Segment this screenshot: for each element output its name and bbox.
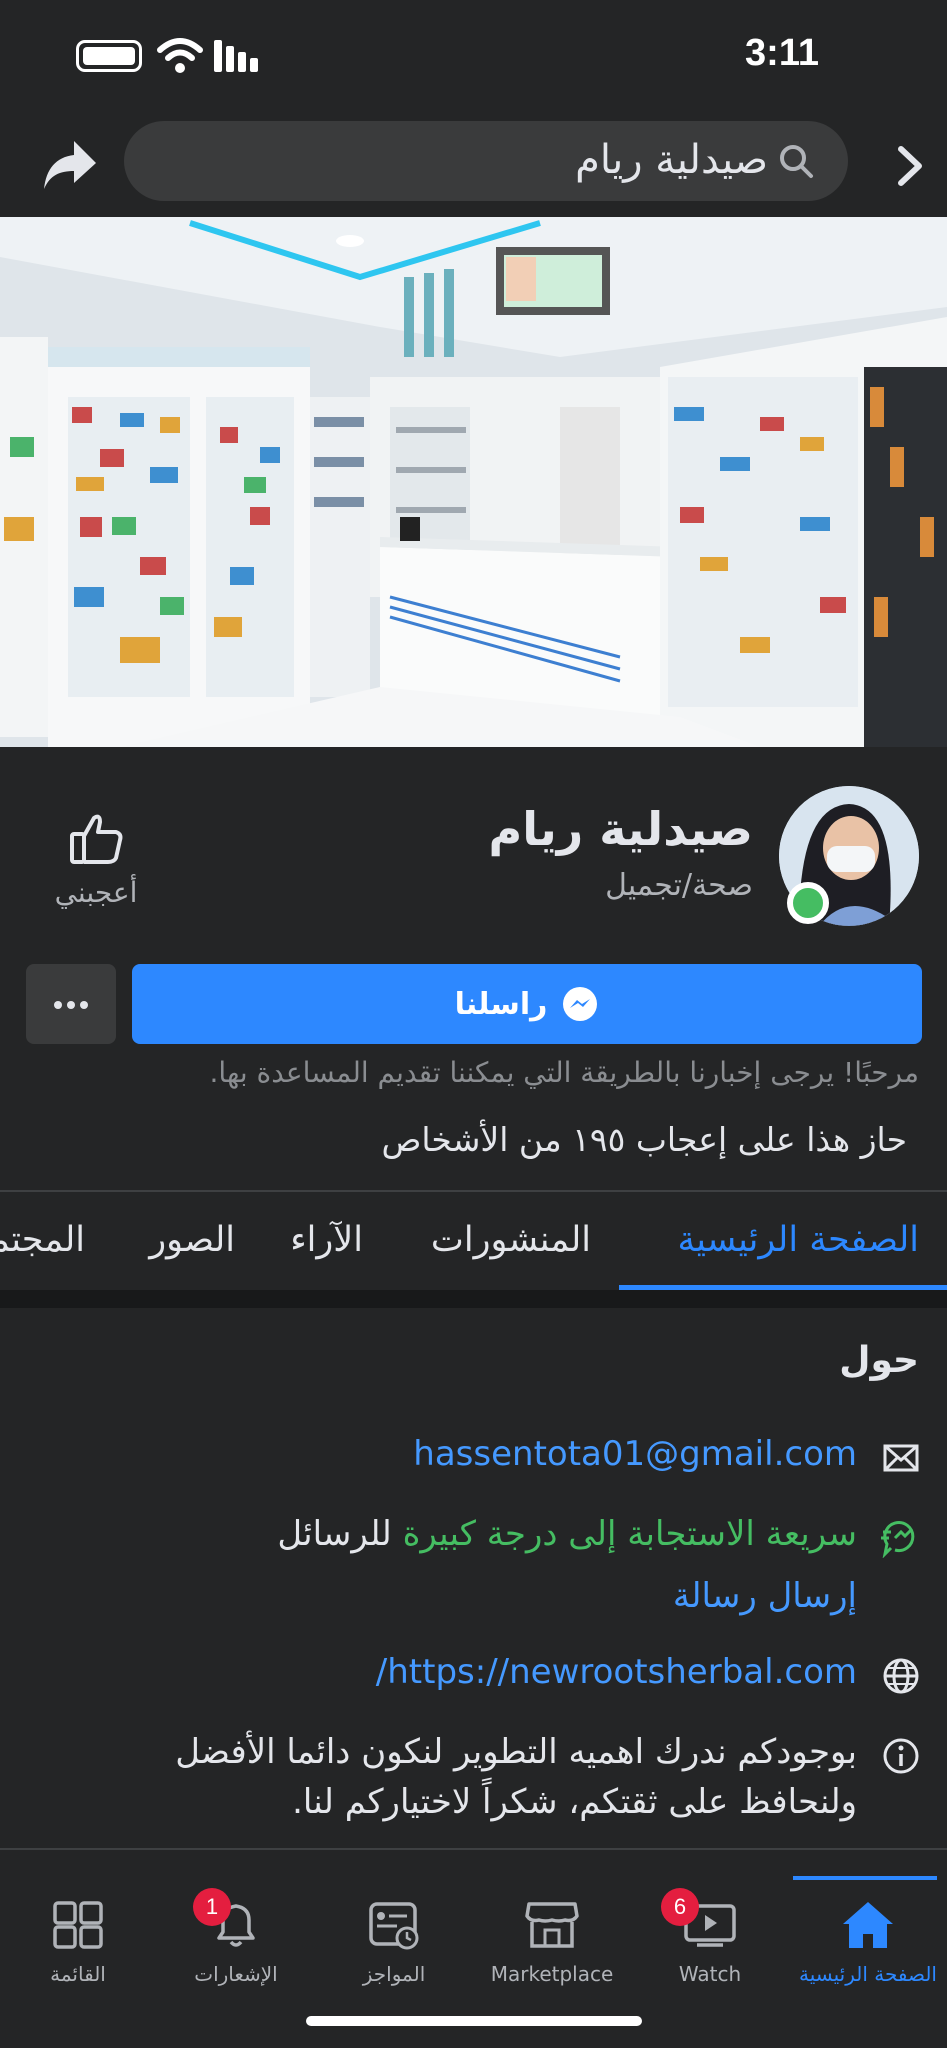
tab-posts[interactable]: المنشورات [431,1220,591,1260]
online-status-dot [787,882,829,924]
share-icon[interactable] [40,135,100,195]
fast-response-icon [881,1521,915,1558]
marketplace-icon [525,1902,579,1948]
response-rate-text: سريعة الاستجابة إلى درجة كبيرة للرسائل [277,1514,857,1554]
tab-photos[interactable]: الصور [149,1220,235,1260]
like-button[interactable]: أعجبني [46,812,146,909]
wifi-icon [157,38,203,73]
send-message-link[interactable]: إرسال رسالة [673,1576,857,1616]
nav-menu[interactable]: القائمة [0,1850,157,1990]
nav-notifications[interactable]: 1 الإشعارات [157,1850,315,1990]
page-profile: صيدلية ريام صحة/تجميل أعجبني راسلنا مرحب… [0,752,947,1192]
bottom-nav: الصفحة الرئيسية 6 Watch Marketplace المو… [0,1848,947,2048]
nav-bookmarks-label: المواجز [362,1962,426,1986]
search-icon [780,145,813,178]
tab-community[interactable]: المجتمع [0,1220,85,1260]
about-section: حول hassentota01@gmail.com سريعة الاستجا… [0,1308,947,1848]
watch-badge: 6 [661,1888,699,1926]
envelope-icon [883,1444,919,1472]
tab-home[interactable]: الصفحة الرئيسية [678,1220,919,1260]
message-button[interactable]: راسلنا [132,964,922,1044]
greeting-text: مرحبًا! يرجى إخبارنا بالطريقة التي يمكنن… [209,1056,919,1089]
home-icon [843,1902,893,1948]
about-title: حول [839,1340,919,1381]
nav-home[interactable]: الصفحة الرئيسية [789,1850,947,1990]
nav-marketplace-label: Marketplace [490,1962,614,1986]
menu-grid-icon [53,1901,103,1949]
nav-watch[interactable]: 6 Watch [631,1850,789,1990]
globe-icon [883,1658,919,1694]
page-category: صحة/تجميل [605,868,753,903]
clock: 3:11 [745,32,819,74]
response-rest: للرسائل [277,1514,392,1554]
nav-bookmarks[interactable]: المواجز [315,1850,473,1990]
message-label: راسلنا [454,986,548,1022]
description-line-1: بوجودكم ندرك اهميه التطوير لنكون دائما ا… [175,1732,857,1772]
messenger-icon [563,987,598,1021]
battery-icon [76,40,142,72]
home-indicator[interactable] [306,2016,642,2026]
search-header: صيدلية ريام [0,115,947,217]
response-highlight: سريعة الاستجابة إلى درجة كبيرة [402,1514,857,1554]
nav-watch-label: Watch [678,1962,742,1986]
notifications-badge: 1 [193,1888,231,1926]
like-label: أعجبني [54,876,138,909]
page-tabs: الصفحة الرئيسية المنشورات الآراء الصور ا… [0,1192,947,1290]
likes-count: حاز هذا على إعجاب ١٩٥ من الأشخاص [381,1120,907,1159]
pharmacy-interior-image [0,217,947,747]
signal-icon [214,40,270,72]
search-text: صيدلية ريام [575,137,768,183]
email-link[interactable]: hassentota01@gmail.com [413,1434,857,1474]
more-options-button[interactable] [26,964,116,1044]
nav-marketplace[interactable]: Marketplace [473,1850,631,1990]
cover-photo[interactable] [0,217,947,747]
nav-menu-label: القائمة [50,1962,106,1986]
search-input[interactable]: صيدلية ريام [124,121,848,201]
feeds-icon [369,1902,419,1950]
page-name: صيدلية ريام [488,802,754,856]
website-link[interactable]: https://newrootsherbal.com/ [376,1652,857,1692]
info-icon [883,1738,919,1774]
section-separator [0,1290,947,1308]
nav-notifications-label: الإشعارات [194,1962,278,1986]
tab-reviews[interactable]: الآراء [290,1220,363,1260]
nav-home-label: الصفحة الرئيسية [799,1962,937,1986]
chevron-right-icon[interactable] [889,141,929,191]
thumbs-up-icon [70,814,123,864]
description-line-2: ولنحافظ على ثقتكم، شكراً لاختياركم لنا. [292,1782,857,1822]
status-bar: 3:11 [0,0,947,115]
